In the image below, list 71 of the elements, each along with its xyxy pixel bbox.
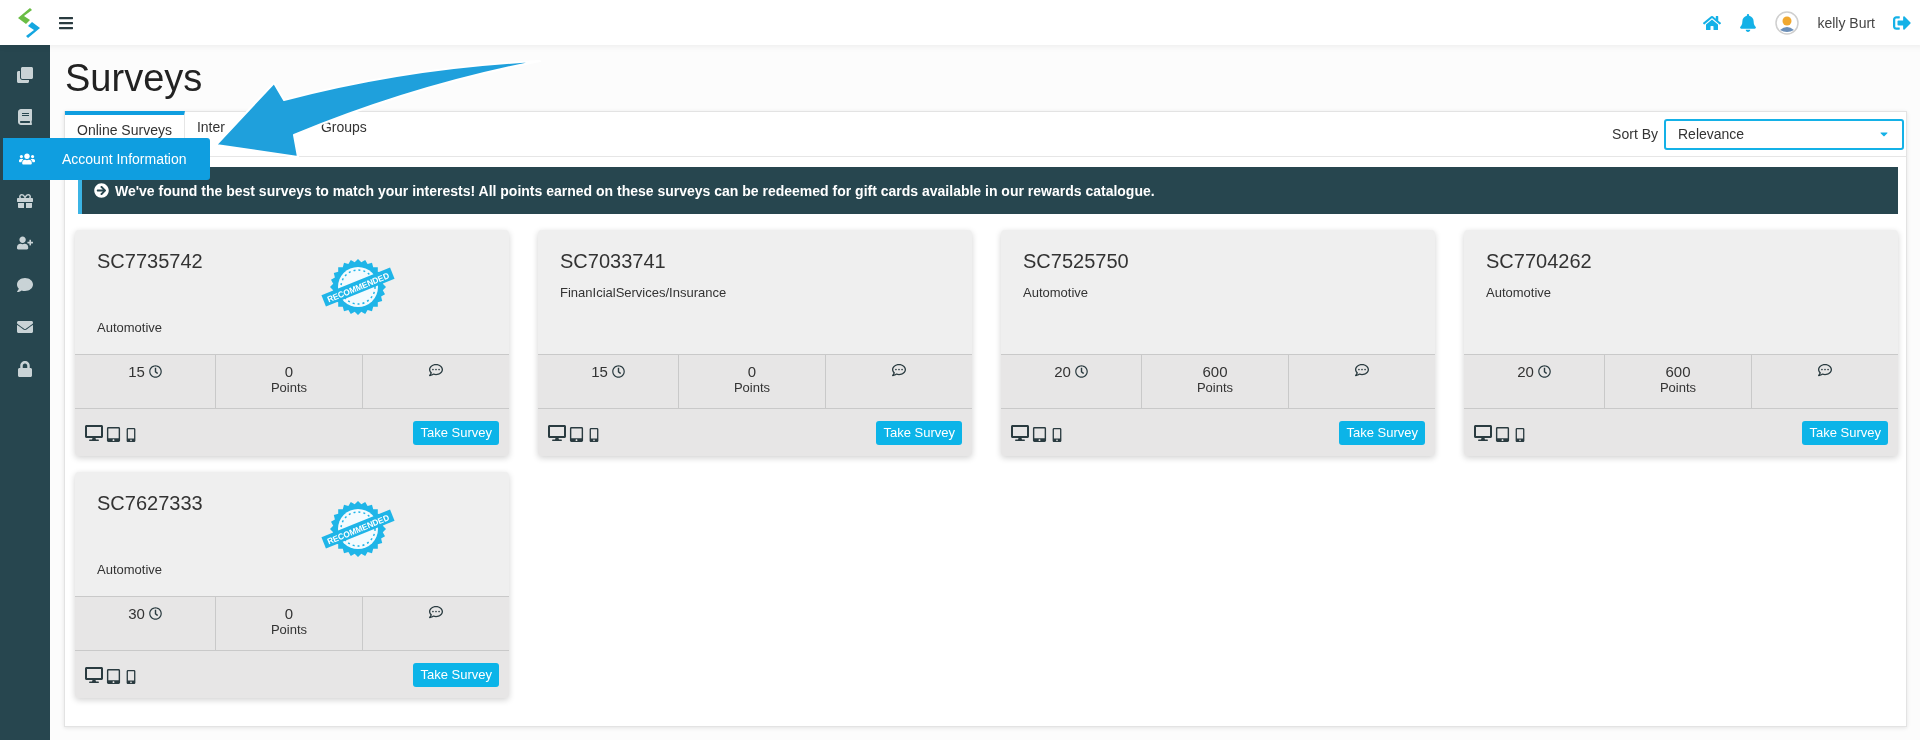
take-survey-button[interactable]: Take Survey [1339,420,1425,445]
points-value: 600 [1202,363,1228,380]
comment-icon[interactable] [1355,363,1369,377]
phone-icon [1513,427,1527,442]
menu-icon[interactable] [58,14,74,31]
clock-icon [1074,365,1088,378]
desktop-icon [1011,423,1029,442]
copy-icon [17,67,33,83]
clock-icon [148,365,162,378]
duration: 30 [128,605,162,622]
points-label: Points [1659,380,1697,395]
sort-select[interactable]: Relevance [1664,118,1904,150]
points-label: Points [270,380,308,395]
duration: 15 [128,363,162,380]
tablet-icon [106,426,121,442]
comment-icon[interactable] [429,363,443,377]
clock-icon [611,365,625,378]
desktop-icon [1474,423,1492,442]
duration: 20 [1517,363,1551,380]
sort-label: Sort By [1612,126,1658,142]
take-survey-button[interactable]: Take Survey [1802,420,1888,445]
clock-icon [1537,365,1551,378]
take-survey-button[interactable]: Take Survey [413,662,499,687]
survey-category: FinanIcialServices/Insurance [560,285,728,300]
user-plus-icon [17,235,33,251]
points-value: 0 [284,363,294,380]
survey-category: Automotive [1486,285,1553,300]
users-icon [18,151,35,167]
avatar-icon[interactable] [1775,10,1800,35]
duration: 15 [591,363,625,380]
lock-icon [17,361,33,377]
survey-id: SC7735742 [97,250,203,273]
phone-icon [124,669,138,684]
survey-category: Automotive [97,320,164,335]
clock-icon [148,607,162,620]
comment-icon[interactable] [892,363,906,377]
phone-icon [124,427,138,442]
user-name[interactable]: kelly Burt [1817,14,1875,31]
page-title: Surveys [65,56,204,101]
survey-id: SC7033741 [560,250,666,273]
survey-category: Automotive [97,562,164,577]
banner-text: We've found the best surveys to match your interests! All points earned on these surveys can be redeemed for gift cards available in our rewards catalogue. [115,182,1155,199]
desktop-icon [85,665,103,684]
gift-icon [17,193,33,209]
survey-category: Automotive [1023,285,1090,300]
points-value: 0 [284,605,294,622]
survey-id: SC7704262 [1486,250,1592,273]
envelope-icon [17,319,33,335]
points-value: 0 [747,363,757,380]
tablet-icon [569,426,584,442]
tablet-icon [106,668,121,684]
comment-icon[interactable] [429,605,443,619]
take-survey-button[interactable]: Take Survey [876,420,962,445]
duration: 20 [1054,363,1088,380]
desktop-icon [548,423,566,442]
comment-icon[interactable] [1818,363,1832,377]
chat-icon [17,277,33,293]
tablet-icon [1032,426,1047,442]
phone-icon [587,427,601,442]
points-label: Points [1196,380,1234,395]
tablet-icon [1495,426,1510,442]
points-value: 600 [1665,363,1691,380]
tooltip: Account Information [50,138,210,180]
survey-id: SC7627333 [97,492,203,515]
points-label: Points [733,380,771,395]
points-label: Points [270,622,308,637]
survey-id: SC7525750 [1023,250,1129,273]
phone-icon [1050,427,1064,442]
book-icon [17,109,33,125]
take-survey-button[interactable]: Take Survey [413,420,499,445]
desktop-icon [85,423,103,442]
